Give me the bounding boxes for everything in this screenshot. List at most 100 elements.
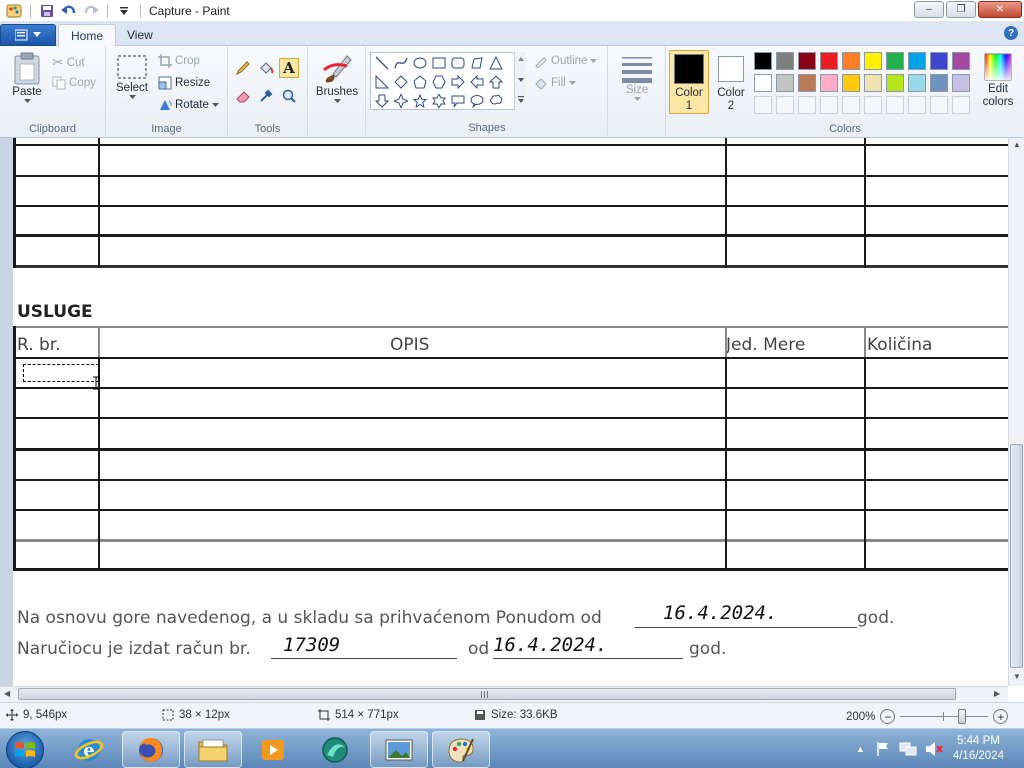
minimize-button[interactable]: – (914, 1, 944, 18)
paste-button[interactable]: Paste (8, 52, 46, 104)
restore-button[interactable]: ❐ (946, 1, 976, 18)
customize-toolbar-icon[interactable] (116, 3, 132, 19)
zoom-out-icon[interactable]: − (880, 709, 896, 724)
palette-swatch[interactable] (776, 52, 794, 70)
zoom-slider-thumb[interactable] (958, 709, 967, 724)
curve-shape-icon[interactable] (392, 54, 410, 72)
fill-button[interactable]: Fill (534, 76, 576, 90)
tab-home[interactable]: Home (58, 24, 117, 46)
vertical-scrollbar[interactable]: ▲ ▼ (1008, 138, 1024, 686)
pentagon-shape-icon[interactable] (411, 73, 429, 91)
palette-swatch[interactable] (798, 74, 816, 92)
help-icon[interactable]: ? (1004, 26, 1018, 40)
size-button[interactable]: Size (614, 54, 660, 102)
palette-swatch[interactable] (952, 74, 970, 92)
polygon-shape-icon[interactable] (468, 54, 486, 72)
palette-swatch[interactable] (842, 52, 860, 70)
palette-swatch[interactable] (754, 52, 772, 70)
close-button[interactable]: ✕ (978, 1, 1022, 18)
undo-icon[interactable] (61, 3, 77, 19)
palette-swatch[interactable] (908, 52, 926, 70)
palette-swatch[interactable] (820, 52, 838, 70)
palette-swatch[interactable] (886, 74, 904, 92)
palette-custom-slot[interactable] (754, 96, 772, 114)
taskbar-firefox[interactable] (122, 731, 180, 768)
taskbar-file-explorer[interactable] (184, 731, 242, 768)
palette-swatch[interactable] (864, 52, 882, 70)
palette-swatch[interactable] (930, 52, 948, 70)
palette-custom-slot[interactable] (864, 96, 882, 114)
scroll-right-icon[interactable]: ▶ (994, 689, 1000, 698)
color-picker-tool[interactable] (256, 86, 276, 106)
redo-icon[interactable] (83, 3, 99, 19)
volume-muted-icon[interactable] (925, 741, 943, 757)
palette-swatch[interactable] (930, 74, 948, 92)
copy-button[interactable]: Copy (52, 76, 96, 90)
scroll-down-icon[interactable]: ▼ (1013, 672, 1021, 681)
oval-callout-shape-icon[interactable] (468, 92, 486, 110)
rect-callout-shape-icon[interactable] (449, 92, 467, 110)
taskbar-photo-viewer[interactable] (370, 731, 428, 768)
left-arrow-shape-icon[interactable] (468, 73, 486, 91)
scroll-left-icon[interactable]: ◀ (4, 689, 10, 698)
rectangle-shape-icon[interactable] (430, 54, 448, 72)
right-triangle-shape-icon[interactable] (373, 73, 391, 91)
paint-app-icon[interactable] (6, 3, 22, 19)
image-canvas[interactable]: USLUGE R. br. OPIS Jed. Mere Količina Na… (13, 138, 1008, 686)
start-button[interactable] (6, 731, 44, 768)
scroll-up-icon[interactable]: ▲ (1013, 140, 1021, 149)
palette-custom-slot[interactable] (930, 96, 948, 114)
horizontal-scroll-thumb[interactable] (18, 688, 956, 700)
tab-view[interactable]: View (115, 24, 165, 46)
diamond-shape-icon[interactable] (392, 73, 410, 91)
rounded-rectangle-shape-icon[interactable] (449, 54, 467, 72)
palette-swatch[interactable] (798, 52, 816, 70)
clock[interactable]: 5:44 PM 4/16/2024 (953, 734, 1004, 764)
line-shape-icon[interactable] (373, 54, 391, 72)
palette-swatch[interactable] (864, 74, 882, 92)
palette-custom-slot[interactable] (798, 96, 816, 114)
palette-swatch[interactable] (886, 52, 904, 70)
palette-swatch[interactable] (842, 74, 860, 92)
down-arrow-shape-icon[interactable] (373, 92, 391, 110)
outline-button[interactable]: Outline (534, 54, 598, 68)
eraser-tool[interactable] (233, 86, 253, 106)
cloud-callout-shape-icon[interactable] (487, 92, 505, 110)
palette-swatch[interactable] (754, 74, 772, 92)
triangle-shape-icon[interactable] (487, 54, 505, 72)
zoom-slider[interactable] (900, 709, 989, 724)
fill-tool[interactable] (256, 58, 276, 78)
text-tool[interactable]: A (279, 58, 299, 78)
five-point-star-shape-icon[interactable] (411, 92, 429, 110)
show-hidden-icons-icon[interactable]: ▲ (856, 744, 865, 754)
color1-button[interactable]: Color 1 (669, 50, 709, 114)
palette-custom-slot[interactable] (908, 96, 926, 114)
action-center-flag-icon[interactable] (875, 741, 891, 757)
taskbar-media-player[interactable] (244, 731, 302, 768)
palette-custom-slot[interactable] (952, 96, 970, 114)
four-point-star-shape-icon[interactable] (392, 92, 410, 110)
hexagon-shape-icon[interactable] (430, 73, 448, 91)
horizontal-scrollbar[interactable]: ◀ ▶ (0, 686, 1008, 702)
taskbar-internet-explorer[interactable]: e (60, 731, 118, 768)
up-arrow-shape-icon[interactable] (487, 73, 505, 91)
six-point-star-shape-icon[interactable] (430, 92, 448, 110)
palette-swatch[interactable] (820, 74, 838, 92)
shapes-scrollbar[interactable] (514, 52, 526, 110)
crop-button[interactable]: Crop (158, 54, 200, 68)
zoom-in-icon[interactable]: + (993, 709, 1009, 724)
palette-swatch[interactable] (952, 52, 970, 70)
pencil-tool[interactable] (233, 58, 253, 78)
right-arrow-shape-icon[interactable] (449, 73, 467, 91)
edit-colors-button[interactable]: Edit colors (976, 53, 1020, 109)
palette-custom-slot[interactable] (820, 96, 838, 114)
cut-button[interactable]: ✂ Cut (52, 54, 85, 71)
palette-swatch[interactable] (908, 74, 926, 92)
select-button[interactable]: Select (114, 52, 150, 100)
taskbar-paint[interactable] (432, 731, 490, 768)
vertical-scroll-thumb[interactable] (1010, 444, 1023, 668)
color2-button[interactable]: Color 2 (712, 53, 750, 113)
brushes-button[interactable]: Brushes (314, 52, 360, 104)
palette-custom-slot[interactable] (842, 96, 860, 114)
file-menu-button[interactable] (0, 24, 56, 46)
